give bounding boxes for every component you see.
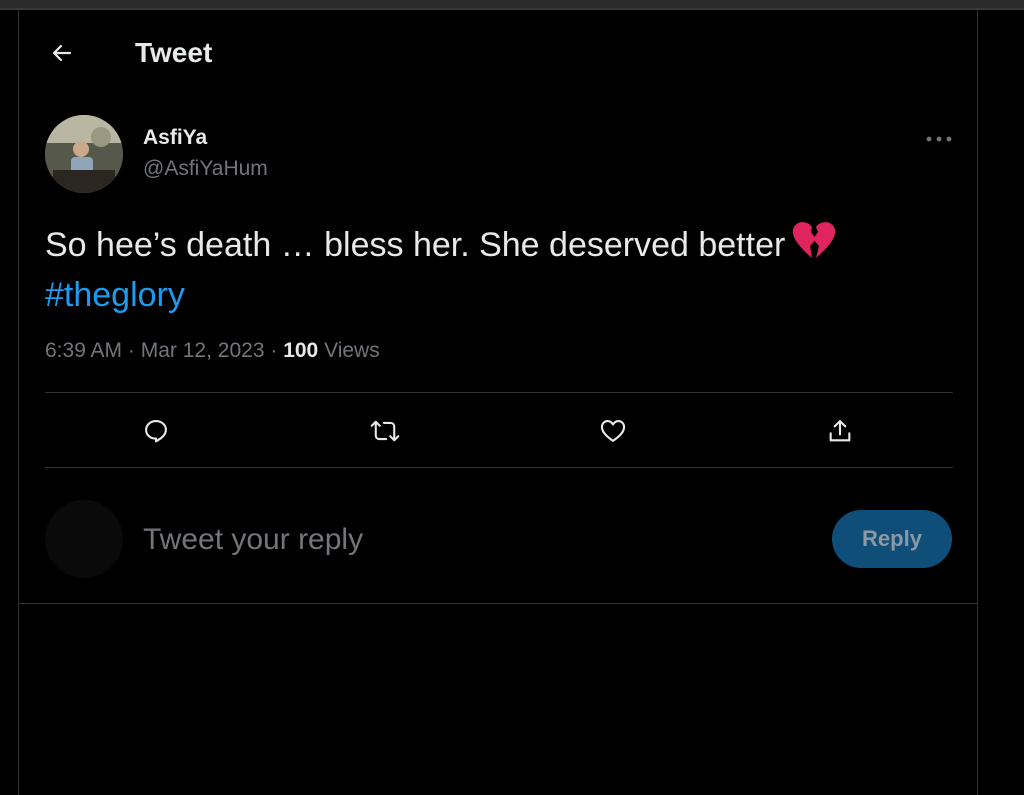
back-arrow-icon [52, 44, 72, 62]
tweet-column: Tweet AsfiYa @AsfiYaHum So hee’s death …… [18, 10, 978, 795]
more-options-button[interactable] [919, 124, 959, 154]
window-top-bar [0, 0, 1024, 10]
page-header: Tweet [19, 10, 977, 98]
meta-separator: · [270, 339, 278, 362]
divider [45, 392, 953, 393]
tweet-meta: 6:39 AM · Mar 12, 2023 · 100 Views [45, 338, 380, 364]
tweet-body: So hee’s death … bless her. She deserved… [45, 220, 945, 318]
share-icon [829, 420, 851, 442]
back-button[interactable] [45, 36, 79, 70]
tweet-date[interactable]: Mar 12, 2023 [141, 339, 265, 362]
right-pane [979, 10, 1024, 795]
divider [45, 467, 953, 468]
more-icon [926, 136, 952, 142]
views-label: Views [324, 339, 380, 362]
avatar-photo [45, 115, 123, 193]
hashtag-link[interactable]: #theglory [45, 276, 185, 314]
author-display-name[interactable]: AsfiYa [143, 125, 207, 151]
broken-heart-emoji [791, 220, 837, 272]
reply-action-button[interactable] [139, 414, 173, 448]
like-icon [600, 420, 626, 442]
current-user-avatar[interactable] [45, 500, 123, 578]
page-title: Tweet [135, 37, 213, 68]
author-handle[interactable]: @AsfiYaHum [143, 156, 268, 182]
share-action-button[interactable] [823, 414, 857, 448]
reply-input[interactable] [143, 518, 803, 562]
tweet-text: So hee’s death … bless her. She deserved… [45, 226, 786, 264]
tweet-time[interactable]: 6:39 AM [45, 339, 122, 362]
reply-icon [145, 420, 167, 443]
like-action-button[interactable] [596, 414, 630, 448]
views-count: 100 [283, 339, 319, 362]
retweet-action-button[interactable] [368, 414, 402, 448]
meta-separator: · [127, 339, 135, 362]
retweet-icon [370, 420, 400, 442]
author-avatar[interactable] [45, 115, 123, 193]
divider [19, 603, 977, 604]
reply-button[interactable]: Reply [832, 510, 952, 568]
